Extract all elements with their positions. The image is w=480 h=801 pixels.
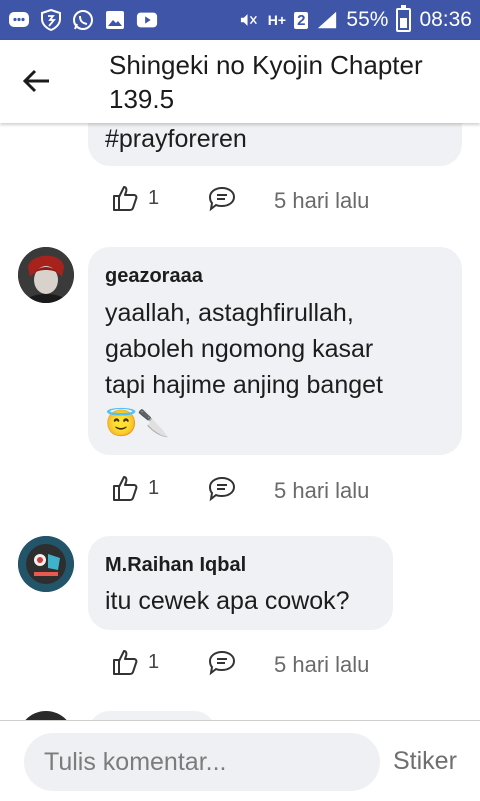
network-type: H+ bbox=[267, 12, 287, 28]
signal-icon bbox=[316, 9, 338, 31]
like-button[interactable]: 1 bbox=[112, 648, 159, 676]
back-button[interactable] bbox=[18, 62, 56, 100]
comment-bubble: geazoraaa yaallah, astaghfirullah, gabol… bbox=[88, 247, 462, 455]
like-count: 1 bbox=[148, 476, 160, 499]
comment-input[interactable] bbox=[24, 733, 380, 791]
comment-bubble bbox=[88, 711, 216, 720]
comment-author[interactable]: M.Raihan Iqbal bbox=[105, 554, 246, 577]
battery-icon bbox=[396, 5, 412, 32]
comment-author[interactable]: geazoraaa bbox=[105, 265, 203, 288]
like-count: 1 bbox=[148, 650, 160, 673]
comment-icon bbox=[208, 650, 236, 676]
comments-list[interactable]: #prayforeren 1 5 hari lalu geazoraaa yaa… bbox=[0, 123, 480, 720]
youtube-icon bbox=[136, 9, 158, 31]
like-count: 1 bbox=[148, 186, 160, 209]
shield-icon bbox=[40, 9, 62, 31]
mute-icon bbox=[238, 9, 260, 31]
whatsapp-icon bbox=[72, 9, 94, 31]
sim-indicator: 2 bbox=[294, 11, 309, 29]
gallery-icon bbox=[104, 9, 126, 31]
reply-button[interactable] bbox=[207, 185, 237, 213]
comment-icon bbox=[208, 186, 236, 212]
comment-composer: Stiker bbox=[0, 720, 480, 801]
comment-text: itu cewek apa cowok? bbox=[105, 587, 350, 615]
arrow-left-icon bbox=[23, 69, 49, 93]
avatar[interactable] bbox=[18, 247, 74, 303]
app-header: Shingeki no Kyojin Chapter 139.5 bbox=[0, 40, 480, 123]
reply-button[interactable] bbox=[207, 649, 237, 677]
comment-emoji: 😇🔪 bbox=[105, 408, 170, 438]
messenger-icon bbox=[8, 9, 30, 31]
reply-button[interactable] bbox=[207, 475, 237, 503]
comment-time: 5 hari lalu bbox=[274, 478, 370, 503]
status-bar: H+ 2 55% 08:36 bbox=[0, 0, 480, 40]
comment-text-line: yaallah, astaghfirullah, bbox=[105, 299, 354, 327]
comment-text-line: gaboleh ngomong kasar bbox=[105, 335, 374, 363]
comment-time: 5 hari lalu bbox=[274, 188, 370, 213]
comment-time: 5 hari lalu bbox=[274, 652, 370, 677]
comment-bubble: M.Raihan Iqbal itu cewek apa cowok? bbox=[88, 536, 393, 630]
thumbs-up-icon bbox=[113, 650, 138, 675]
avatar[interactable] bbox=[18, 536, 74, 592]
like-button[interactable]: 1 bbox=[112, 184, 159, 212]
comment-bubble: #prayforeren bbox=[88, 123, 462, 166]
thumbs-up-icon bbox=[113, 186, 138, 211]
sticker-button[interactable]: Stiker bbox=[393, 747, 457, 776]
page-title: Shingeki no Kyojin Chapter 139.5 bbox=[109, 50, 423, 114]
comment-text-line: tapi hajime anjing banget bbox=[105, 371, 383, 399]
avatar[interactable] bbox=[18, 711, 74, 720]
battery-percent: 55% bbox=[346, 8, 389, 31]
clock: 08:36 bbox=[419, 8, 472, 31]
like-button[interactable]: 1 bbox=[112, 474, 159, 502]
thumbs-up-icon bbox=[113, 476, 138, 501]
comment-icon bbox=[208, 476, 236, 502]
comment-text: #prayforeren bbox=[105, 125, 247, 153]
